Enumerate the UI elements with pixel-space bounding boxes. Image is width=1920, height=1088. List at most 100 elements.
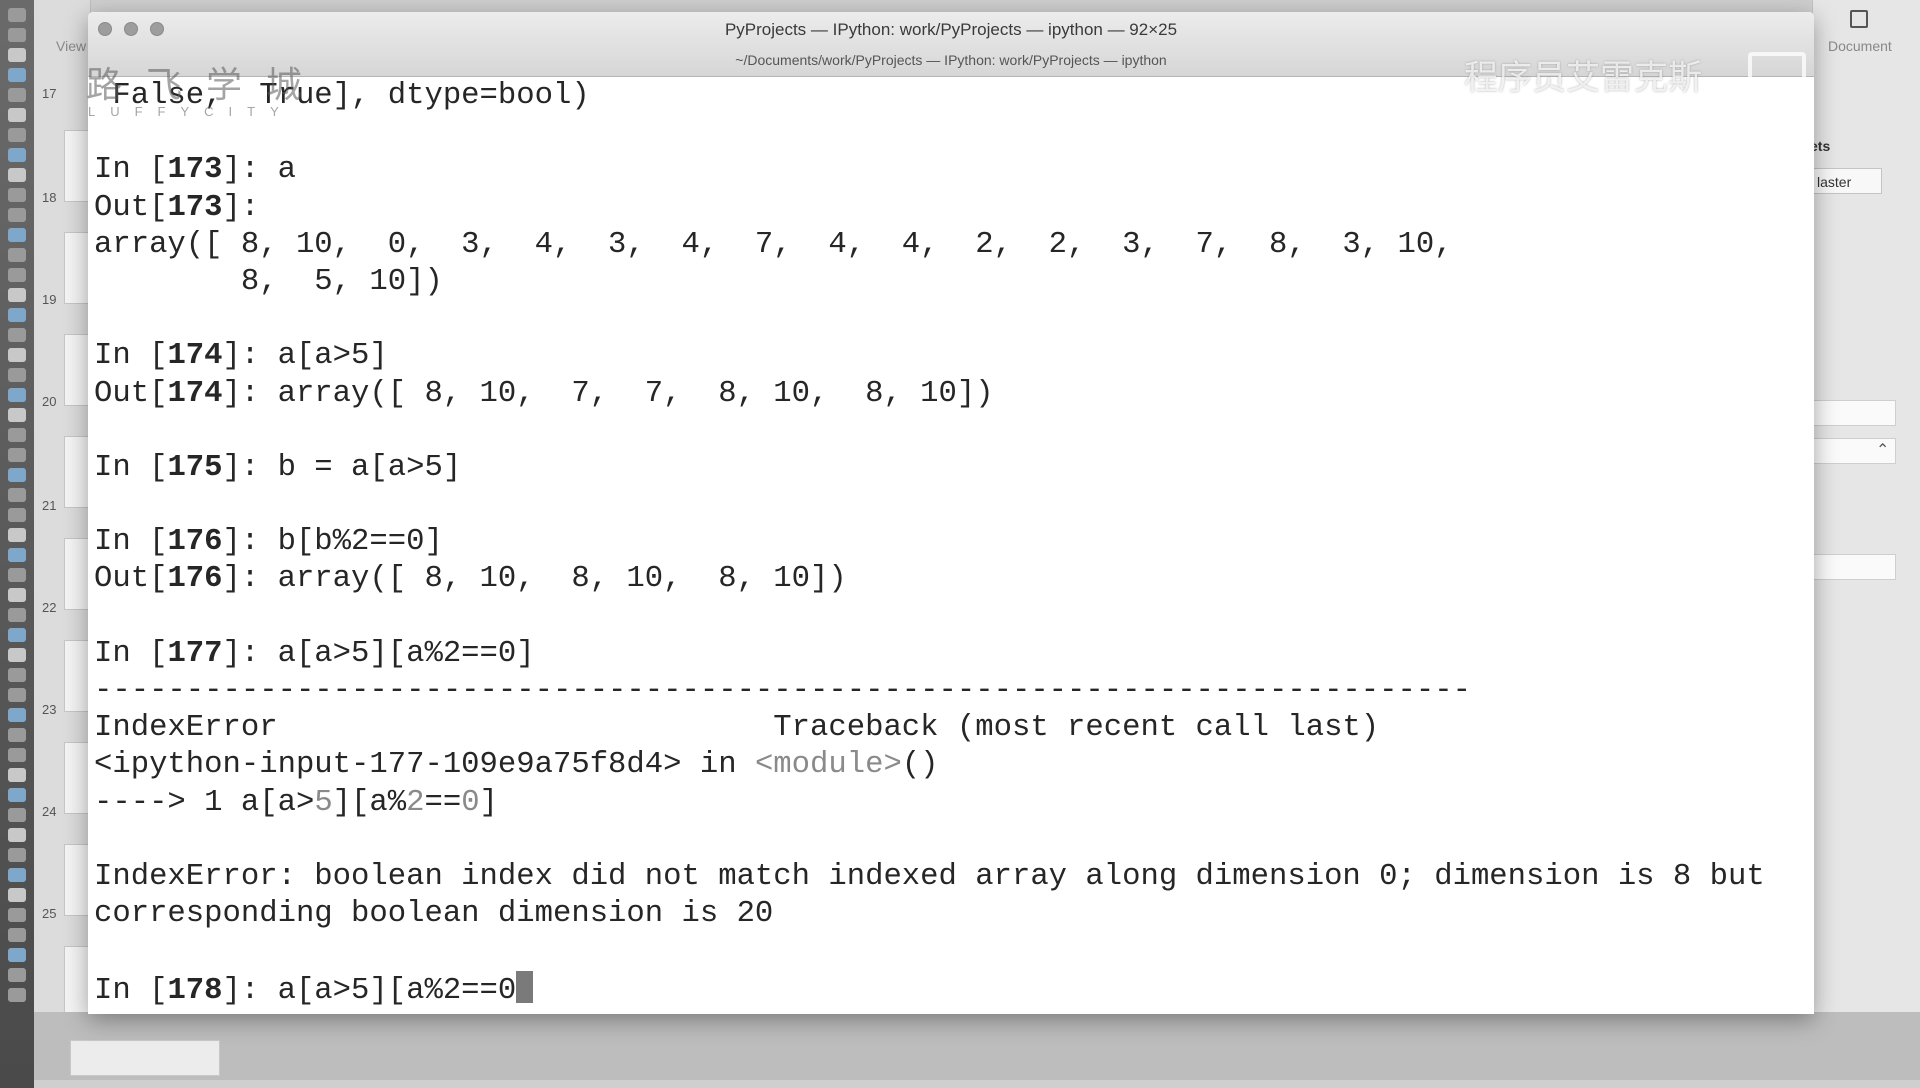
dock-app-icon[interactable]	[8, 348, 26, 362]
document-icon[interactable]	[1850, 10, 1868, 28]
error-message: corresponding boolean dimension is 20	[94, 897, 774, 932]
dock-app-icon[interactable]	[8, 708, 26, 722]
prompt-number: 173	[167, 153, 223, 188]
dock-app-icon[interactable]	[8, 468, 26, 482]
input-code: a[a>5]	[277, 339, 388, 374]
prompt-number: 173	[167, 190, 223, 225]
input-line: In [176]: b[b%2==0]	[94, 525, 443, 560]
dock-app-icon[interactable]	[8, 648, 26, 662]
error-message: IndexError: boolean index did not match …	[94, 859, 1765, 894]
dock-app-icon[interactable]	[8, 988, 26, 1002]
slide-number: 25	[42, 906, 57, 921]
dock-app-icon[interactable]	[8, 168, 26, 182]
input-code: b = a[a>5]	[277, 450, 462, 485]
output-line: Out[176]: array([ 8, 10, 8, 10, 8, 10])	[94, 562, 847, 597]
dock-app-icon[interactable]	[8, 888, 26, 902]
dock-app-icon[interactable]	[8, 68, 26, 82]
slide-number: 18	[42, 190, 57, 205]
dock-app-icon[interactable]	[8, 608, 26, 622]
slide-number: 20	[42, 394, 57, 409]
prompt-number: 177	[167, 636, 223, 671]
dock-app-icon[interactable]	[8, 768, 26, 782]
input-line: In [173]: a	[94, 153, 296, 188]
view-menu-label[interactable]: View	[56, 38, 86, 54]
dock-app-icon[interactable]	[8, 248, 26, 262]
dock-app-icon[interactable]	[8, 88, 26, 102]
dock-app-icon[interactable]	[8, 308, 26, 322]
current-input[interactable]: a[a>5][a%2==0	[278, 974, 517, 1008]
active-input-line: In [178]: a[a>5][a%2==0	[94, 970, 1808, 1008]
dock-app-icon[interactable]	[8, 688, 26, 702]
output-line: 8, 5, 10])	[94, 264, 443, 299]
window-title: PyProjects — IPython: work/PyProjects — …	[724, 20, 1178, 39]
input-code: b[b%2==0]	[277, 525, 443, 560]
dock-app-icon[interactable]	[8, 388, 26, 402]
dock	[0, 0, 34, 1088]
dock-app-icon[interactable]	[8, 588, 26, 602]
dock-app-icon[interactable]	[8, 788, 26, 802]
traceback-separator: ----------------------------------------…	[94, 674, 1471, 708]
dock-app-icon[interactable]	[8, 228, 26, 242]
dock-app-icon[interactable]	[8, 748, 26, 762]
traceback-header: IndexError Traceback (most recent call l…	[94, 711, 1380, 746]
stepper-icon[interactable]: ⌃	[1876, 440, 1889, 460]
slide-number: 23	[42, 702, 57, 717]
dock-app-icon[interactable]	[8, 968, 26, 982]
dock-app-icon[interactable]	[8, 148, 26, 162]
dock-app-icon[interactable]	[8, 428, 26, 442]
dock-app-icon[interactable]	[8, 528, 26, 542]
dock-app-icon[interactable]	[8, 628, 26, 642]
slide-number: 19	[42, 292, 57, 307]
inspector-master-button[interactable]: laster	[1812, 168, 1882, 194]
input-code: a	[277, 153, 296, 188]
watermark-logo-text: 路飞学城	[86, 64, 327, 105]
dock-app-icon[interactable]	[8, 28, 26, 42]
dock-app-icon[interactable]	[8, 128, 26, 142]
prompt-number: 176	[167, 525, 223, 560]
dock-app-icon[interactable]	[8, 668, 26, 682]
dock-app-icon[interactable]	[8, 728, 26, 742]
input-line: In [175]: b = a[a>5]	[94, 450, 462, 485]
prompt-number: 174	[167, 376, 223, 411]
watermark-channel-text: 程序员艾雷克斯	[1464, 59, 1702, 97]
dock-app-icon[interactable]	[8, 368, 26, 382]
dock-app-icon[interactable]	[8, 848, 26, 862]
output-line: array([ 8, 10, 0, 3, 4, 3, 4, 7, 4, 4, 2…	[94, 227, 1453, 262]
text-cursor	[516, 970, 534, 1003]
dock-app-icon[interactable]	[8, 108, 26, 122]
inspector-document-label[interactable]: Document	[1828, 38, 1892, 54]
dock-app-icon[interactable]	[8, 8, 26, 22]
dock-app-icon[interactable]	[8, 508, 26, 522]
watermark-logo-subtext: LUFFYCITY	[88, 104, 294, 119]
input-line: In [174]: a[a>5]	[94, 339, 388, 374]
dock-app-icon[interactable]	[8, 568, 26, 582]
traceback-location: <ipython-input-177-109e9a75f8d4> in <mod…	[94, 748, 939, 783]
slide-number: 17	[42, 86, 57, 101]
dock-app-icon[interactable]	[8, 828, 26, 842]
dock-app-icon[interactable]	[8, 868, 26, 882]
dock-app-icon[interactable]	[8, 548, 26, 562]
slide-number: 24	[42, 804, 57, 819]
dock-app-icon[interactable]	[8, 408, 26, 422]
dock-app-icon[interactable]	[8, 908, 26, 922]
traceback-arrow-line: ----> 1 a[a>5][a%2==0]	[94, 785, 498, 820]
dock-app-icon[interactable]	[8, 268, 26, 282]
slide-navigator: 17 18 19 20 21 22 23 24 25 26	[34, 0, 92, 1080]
inspector-field[interactable]	[1812, 400, 1896, 426]
slide-number: 22	[42, 600, 57, 615]
dock-app-icon[interactable]	[8, 928, 26, 942]
dock-app-icon[interactable]	[8, 208, 26, 222]
inspector-field[interactable]	[1812, 554, 1896, 580]
dock-app-icon[interactable]	[8, 948, 26, 962]
dock-app-icon[interactable]	[8, 48, 26, 62]
dock-app-icon[interactable]	[8, 328, 26, 342]
prompt-number: 175	[167, 450, 223, 485]
output-line: Out[174]: array([ 8, 10, 7, 7, 8, 10, 8,…	[94, 376, 994, 411]
dock-app-icon[interactable]	[8, 288, 26, 302]
dock-app-icon[interactable]	[8, 488, 26, 502]
dock-app-icon[interactable]	[8, 188, 26, 202]
dock-app-icon[interactable]	[8, 808, 26, 822]
prompt-number: 174	[167, 339, 223, 374]
console-output[interactable]: False, True], dtype=bool) In [173]: a Out[…	[94, 78, 1808, 1008]
dock-app-icon[interactable]	[8, 448, 26, 462]
